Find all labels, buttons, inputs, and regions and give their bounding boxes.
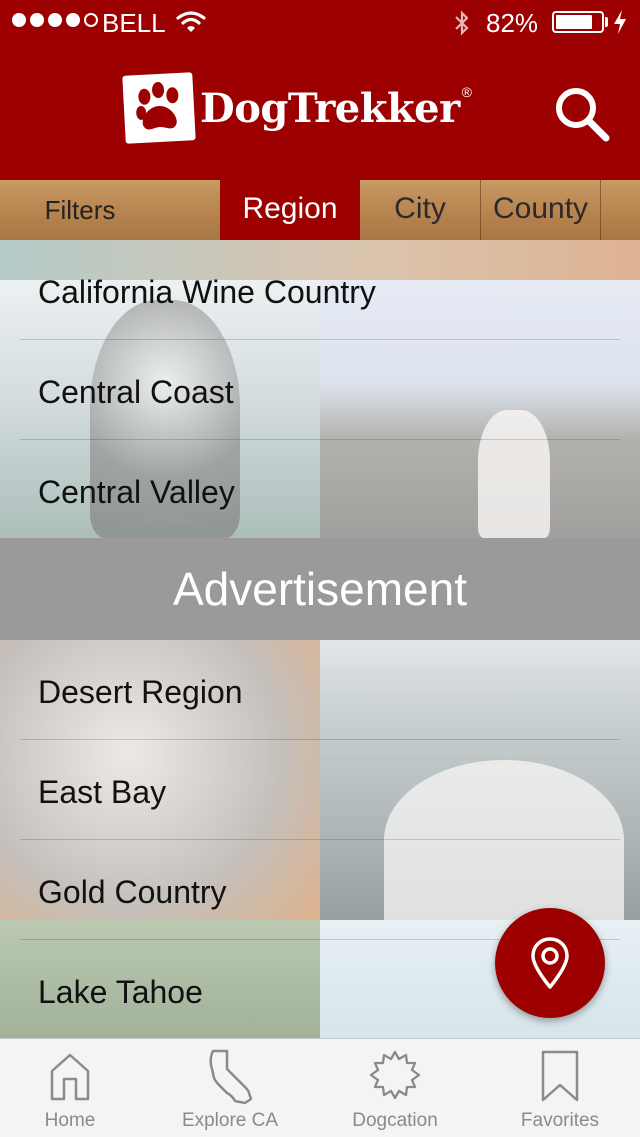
list-item[interactable]: Central Valley <box>0 440 640 540</box>
map-view-button[interactable] <box>495 908 605 1018</box>
list-item[interactable]: Central Coast <box>0 340 640 440</box>
advertisement-label: Advertisement <box>172 563 467 615</box>
status-bar: BELL 82% <box>0 0 640 44</box>
carrier-name: BELL <box>102 8 166 38</box>
filters-label: Filters <box>44 195 116 225</box>
tab-label: Explore CA <box>181 1110 279 1131</box>
wifi-icon <box>176 11 206 32</box>
tab-favorites[interactable]: Favorites <box>490 1039 630 1137</box>
list-item-label: Lake Tahoe <box>38 974 203 1010</box>
tab-label: Favorites <box>520 1110 600 1131</box>
list-item-label: Desert Region <box>38 674 243 710</box>
battery-percent: 82% <box>486 8 539 38</box>
tab-home[interactable]: Home <box>0 1039 140 1137</box>
tab-dogcation[interactable]: Dogcation <box>325 1039 465 1137</box>
tab-county[interactable]: County <box>480 180 600 240</box>
list-item-label: Central Coast <box>38 374 234 410</box>
tab-region[interactable]: Region <box>220 180 360 240</box>
bluetooth-icon <box>455 10 469 36</box>
app-logo: DogTrekker ® <box>122 72 472 144</box>
trademark-symbol: ® <box>461 84 472 100</box>
map-pin-icon <box>531 937 569 989</box>
tab-explore-ca[interactable]: Explore CA <box>160 1039 300 1137</box>
california-map-icon <box>209 1049 253 1105</box>
charging-icon <box>614 10 626 34</box>
list-item-label: Central Valley <box>38 474 235 510</box>
signal-strength-icon <box>12 13 98 27</box>
filter-bar-end <box>600 180 640 240</box>
tab-label: Home <box>44 1110 96 1131</box>
app-header: BELL 82% DogTrekker ® <box>0 0 640 180</box>
bookmark-icon <box>541 1050 579 1102</box>
list-item-label: Gold Country <box>38 874 227 910</box>
badge-icon <box>369 1050 421 1100</box>
home-icon <box>50 1053 90 1101</box>
list-item[interactable]: Desert Region <box>0 640 640 740</box>
app-name: DogTrekker <box>200 84 460 132</box>
list-item[interactable]: East Bay <box>0 740 640 840</box>
list-item-label: East Bay <box>38 774 167 810</box>
advertisement-banner[interactable]: Advertisement <box>0 538 640 640</box>
tab-label: Dogcation <box>352 1110 438 1131</box>
search-icon <box>556 88 610 142</box>
list-item[interactable]: California Wine Country <box>0 240 640 340</box>
paw-logo-icon <box>122 72 196 144</box>
battery-icon <box>552 11 604 33</box>
tab-bar: Home Explore CA Dogcation Favorites <box>0 1038 640 1137</box>
tab-city[interactable]: City <box>360 180 480 240</box>
list-item-label: California Wine Country <box>38 274 376 310</box>
search-button[interactable] <box>552 82 616 146</box>
filter-bar: Filters Region City County <box>0 180 640 240</box>
